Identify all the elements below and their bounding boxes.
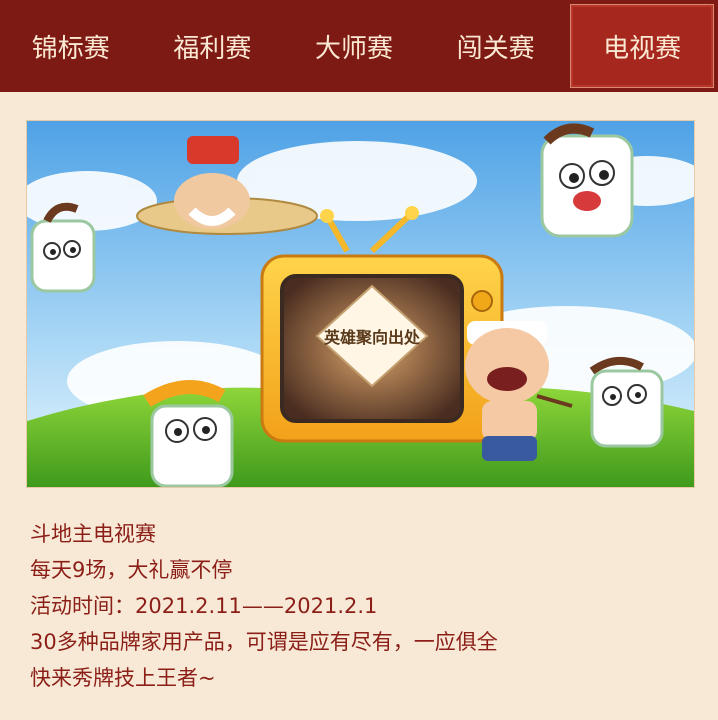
- event-time-line: 活动时间：2021.2.11——2021.2.1: [30, 594, 378, 618]
- event-banner[interactable]: 英雄聚向出处: [26, 120, 695, 488]
- event-description: 斗地主电视赛 每天9场，大礼赢不停 活动时间：2021.2.11——2021.2…: [30, 516, 498, 696]
- tab-championship[interactable]: 锦标赛: [0, 0, 142, 92]
- event-call-to-action: 快来秀牌技上王者~: [30, 666, 216, 690]
- event-prize-line: 30多种品牌家用产品，可谓是应有尽有，一应俱全: [30, 630, 498, 654]
- tab-challenge[interactable]: 闯关赛: [425, 0, 567, 92]
- tab-master[interactable]: 大师赛: [283, 0, 425, 92]
- event-title: 斗地主电视赛: [30, 522, 156, 546]
- event-reward-line: 每天9场，大礼赢不停: [30, 558, 233, 582]
- mahjong-tile-character-right: [589, 357, 664, 448]
- tab-welfare[interactable]: 福利赛: [142, 0, 284, 92]
- mahjong-tile-character-top-right: [540, 123, 634, 238]
- tab-bar: 锦标赛 福利赛 大师赛 闯关赛 电视赛: [0, 0, 718, 92]
- tv-logo-text: 英雄聚向出处: [323, 328, 421, 347]
- tab-tv[interactable]: 电视赛: [570, 4, 714, 88]
